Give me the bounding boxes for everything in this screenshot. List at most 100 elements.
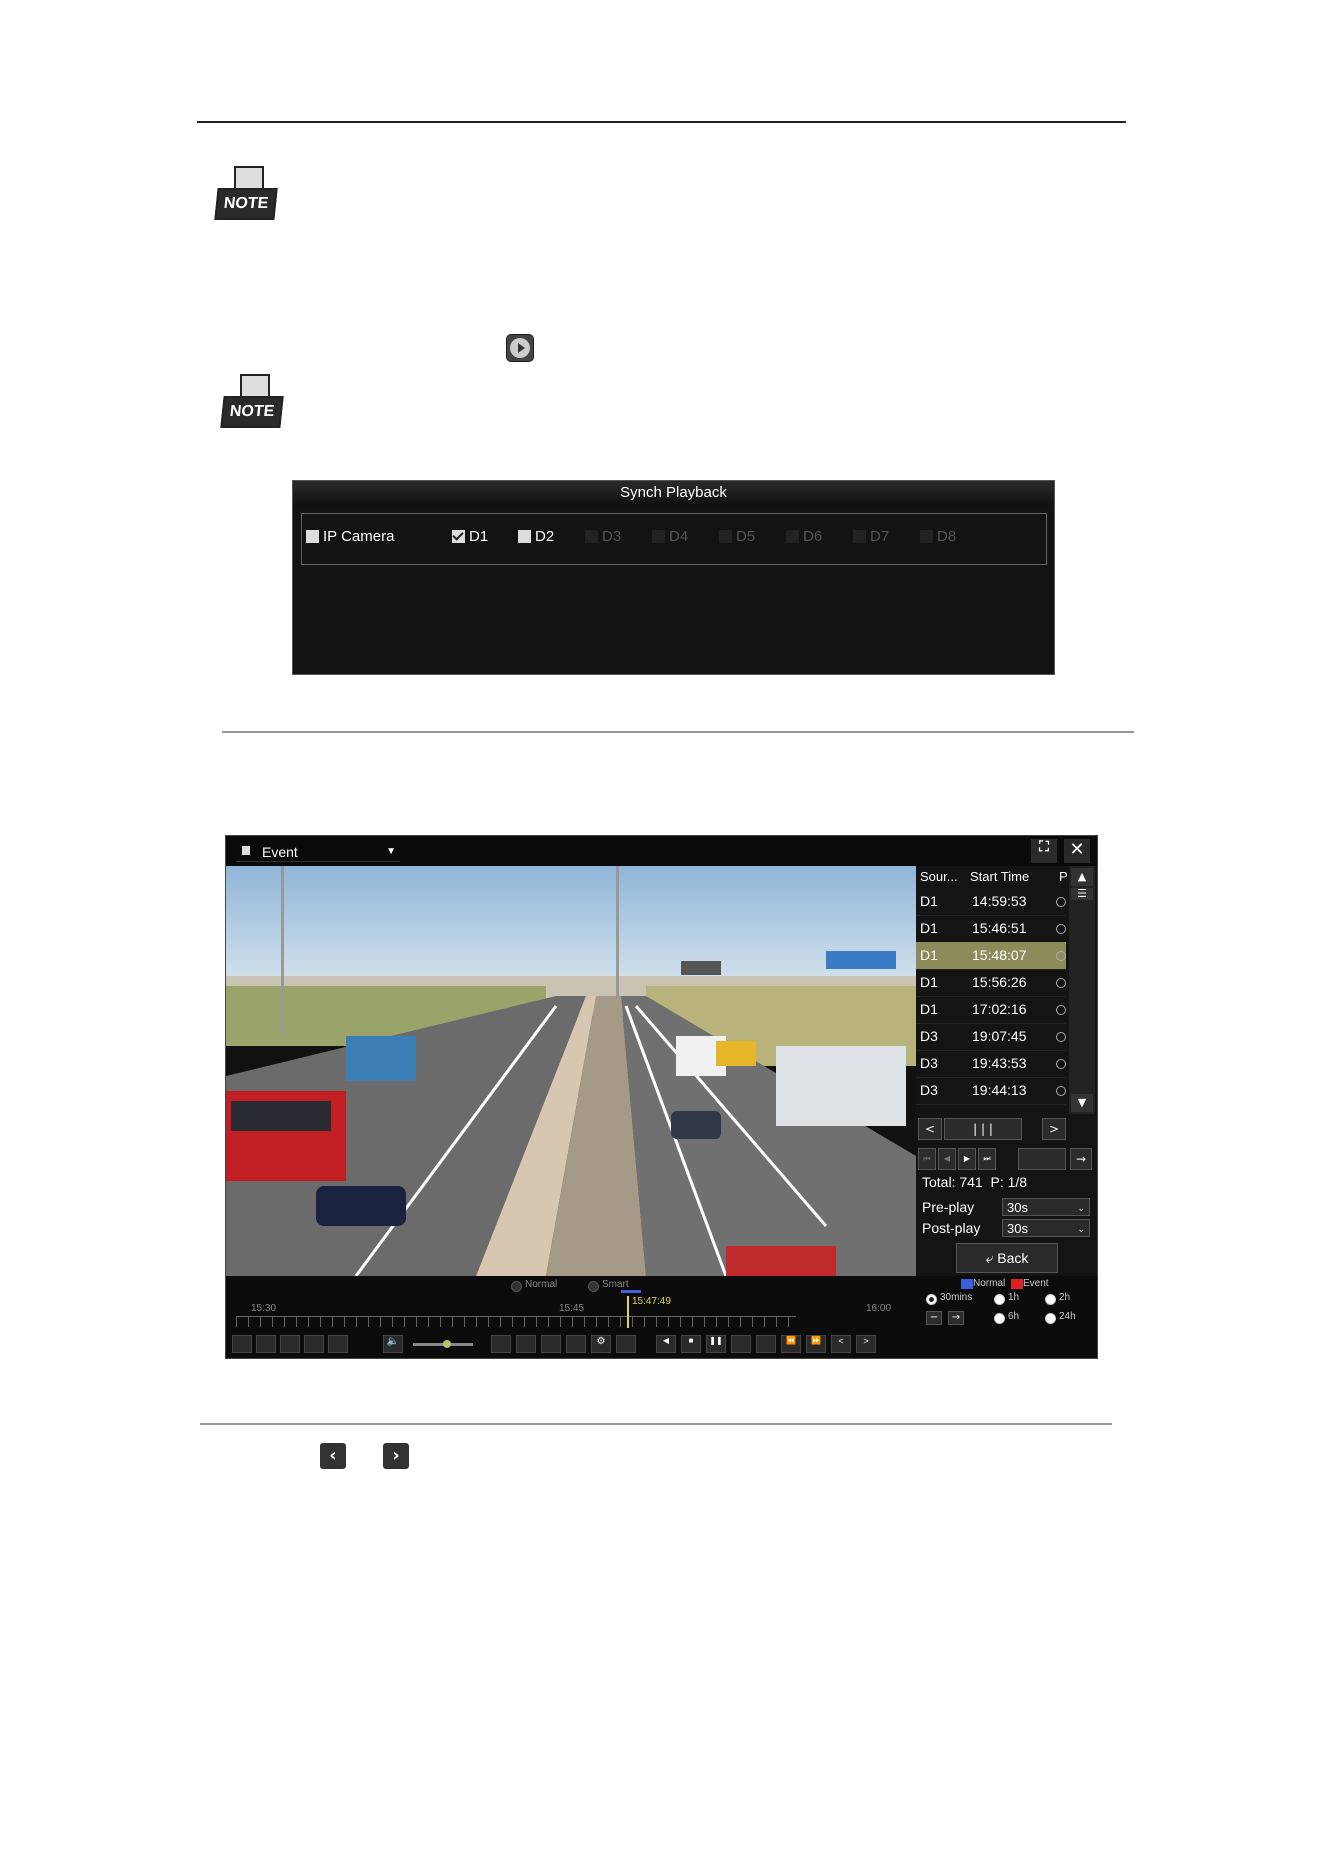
pause-icon[interactable]: ❚❚ [706,1335,726,1353]
next-page-button[interactable]: > [1042,1118,1066,1140]
span-radio-30mins[interactable] [926,1294,937,1305]
tool-icon[interactable] [256,1335,276,1353]
play-icon[interactable] [1056,1086,1066,1096]
camera-checkbox-ip[interactable]: IP Camera [306,528,394,545]
camera-checkbox-d7: D7 [853,528,889,545]
fullscreen-button[interactable]: ⛶ [1031,839,1057,863]
play-icon[interactable] [1056,951,1066,961]
span-label: 2h [1059,1292,1071,1303]
tool-icon[interactable] [304,1335,324,1353]
list-item[interactable]: D1 15:46:51 [916,915,1066,943]
scroll-up-icon[interactable]: ▲ [1071,868,1093,886]
span-label: 30mins [940,1292,973,1303]
chevron-left-icon: ‹ [320,1443,346,1469]
list-item[interactable]: D1 17:02:16 [916,996,1066,1024]
play-icon[interactable] [1056,897,1066,907]
prev-file-icon[interactable]: ◀ [938,1148,956,1170]
span-radio-1h[interactable] [994,1294,1005,1305]
zoom-in-button[interactable]: → [948,1311,964,1325]
step-forward-icon[interactable] [756,1335,776,1353]
play-icon[interactable] [1056,924,1066,934]
play-icon[interactable] [1056,1032,1066,1042]
play-icon[interactable] [1056,1005,1066,1015]
settings-icon[interactable]: ⚙ [591,1335,611,1353]
fast-icon[interactable]: ⏩ [806,1335,826,1353]
slow-icon[interactable]: ⏪ [781,1335,801,1353]
mode-radio-smart[interactable] [588,1281,599,1292]
playback-window: Event ▼ ⛶ ✕ Sour... Start Time P D1 14:5… [225,835,1098,1359]
timeline-ruler[interactable] [236,1316,796,1327]
play-button-icon [506,334,534,362]
playback-mode-select[interactable]: Event ▼ [236,842,400,862]
dialog-title: Synch Playback [293,481,1054,505]
total-count: Total: 741 P: 1/8 [922,1174,1028,1190]
jump-input[interactable] [1018,1148,1066,1170]
section-rule [200,1423,1112,1425]
pre-play-label: Pre-play [922,1199,975,1215]
list-item[interactable]: D1 15:56:26 [916,969,1066,997]
step-back-icon[interactable] [731,1335,751,1353]
list-item[interactable]: D3 19:07:45 [916,1023,1066,1051]
legend-event-swatch [1011,1279,1023,1289]
play-file-icon[interactable]: ▶ [958,1148,976,1170]
volume-icon[interactable]: 🔈 [383,1335,403,1353]
list-item[interactable]: D1 14:59:53 [916,888,1066,916]
column-header-source[interactable]: Sour... [920,866,958,888]
prev-day-icon[interactable]: < [831,1335,851,1353]
tool-icon[interactable] [280,1335,300,1353]
jump-arrow-icon[interactable]: → [1070,1148,1092,1170]
playhead[interactable] [627,1296,629,1328]
camera-checkbox-d6: D6 [786,528,822,545]
play-icon[interactable] [1056,1059,1066,1069]
zoom-icon[interactable] [616,1335,636,1353]
legend-normal-swatch [961,1279,973,1289]
stop-icon[interactable]: ■ [681,1335,701,1353]
list-item[interactable]: D3 19:44:13 [916,1077,1066,1105]
player-toolbar: Event ▼ ⛶ ✕ [226,836,1097,866]
span-radio-6h[interactable] [994,1313,1005,1324]
column-header-start-time[interactable]: Start Time [970,866,1029,888]
tool-icon[interactable] [328,1335,348,1353]
close-button[interactable]: ✕ [1064,839,1090,863]
next-day-icon[interactable]: > [856,1335,876,1353]
back-button[interactable]: ⤶ Back [956,1243,1058,1273]
legend-normal-label: Normal [973,1278,1006,1289]
scroll-thumb[interactable]: ☰ [1071,888,1093,900]
clip-icon[interactable] [491,1335,511,1353]
current-marker-bar [621,1290,641,1293]
last-file-icon[interactable]: ⏭ [978,1148,996,1170]
lock-icon[interactable] [541,1335,561,1353]
list-item[interactable]: D3 19:43:53 [916,1050,1066,1078]
pre-play-select[interactable]: 30s ⌄ [1002,1198,1090,1216]
reverse-play-icon[interactable]: ◀ [656,1335,676,1353]
volume-slider[interactable] [413,1340,473,1348]
chevron-right-icon: › [383,1443,409,1469]
camera-checkbox-d1[interactable]: D1 [452,528,488,545]
mode-radio-normal[interactable] [511,1281,522,1292]
current-time: 15:47:49 [632,1296,671,1307]
zoom-out-button[interactable]: − [926,1311,942,1325]
list-scrollbar[interactable]: ▲ ☰ ▼ [1069,866,1095,1114]
prev-page-button[interactable]: < [918,1118,942,1140]
note-icon: NOTE [214,166,278,220]
scroll-down-icon[interactable]: ▼ [1071,1094,1093,1112]
tag-icon[interactable] [516,1335,536,1353]
span-radio-24h[interactable] [1045,1313,1056,1324]
list-item[interactable]: D1 15:48:07 [916,942,1066,970]
play-icon[interactable] [1056,978,1066,988]
mode-label-normal: Normal [525,1279,558,1290]
snapshot-icon[interactable] [566,1335,586,1353]
span-radio-2h[interactable] [1045,1294,1056,1305]
first-file-icon[interactable]: ⏮ [918,1148,936,1170]
post-play-label: Post-play [922,1220,981,1236]
video-view[interactable] [226,866,916,1276]
column-header-play[interactable]: P [1059,866,1068,888]
header-rule [197,121,1126,123]
chevron-down-icon: ⌄ [1077,1224,1085,1234]
camera-checkbox-d2[interactable]: D2 [518,528,554,545]
post-play-select[interactable]: 30s ⌄ [1002,1219,1090,1237]
span-label: 6h [1008,1311,1020,1322]
camera-checkbox-d5: D5 [719,528,755,545]
back-arrow-icon: ⤶ [985,1250,994,1266]
tool-icon[interactable] [232,1335,252,1353]
